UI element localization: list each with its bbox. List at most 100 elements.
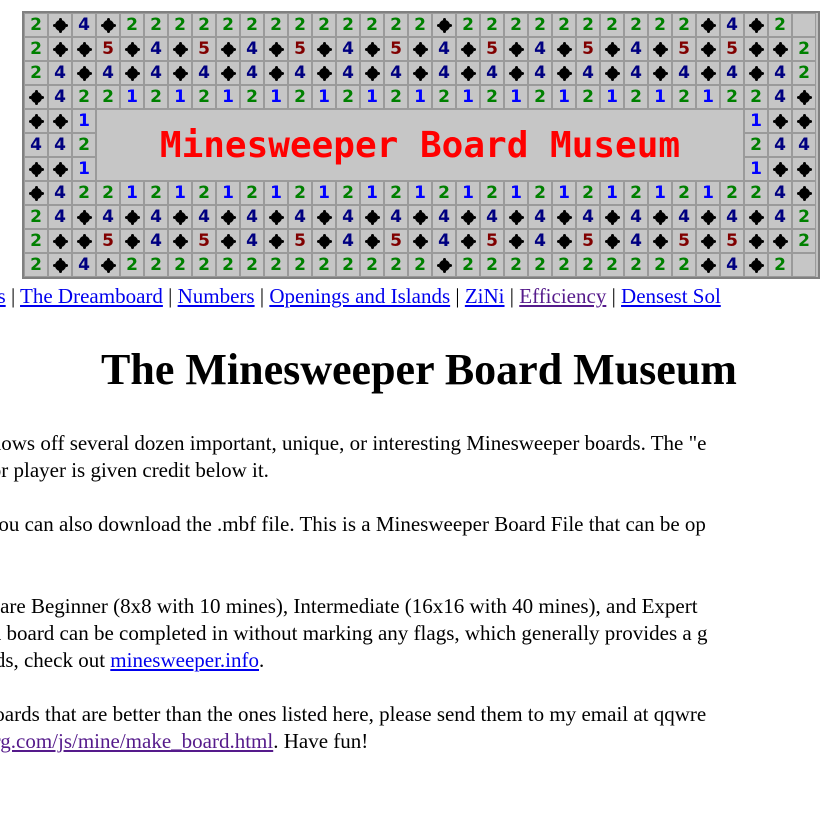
number-cell: 2 — [72, 181, 96, 205]
number-cell: 2 — [264, 253, 288, 277]
number-cell: 5 — [576, 37, 600, 61]
number-cell: 2 — [600, 253, 624, 277]
mine-icon — [48, 109, 72, 133]
nav-separator: | — [168, 284, 173, 308]
mine-icon — [24, 85, 48, 109]
mine-icon — [360, 37, 384, 61]
number-cell: 2 — [192, 85, 216, 109]
number-cell: 4 — [48, 85, 72, 109]
contact-line-2-end: . Have fun! — [273, 729, 369, 753]
mine-icon — [168, 61, 192, 85]
number-cell: 2 — [480, 253, 504, 277]
download-line-1: e, you can also download the .mbf file. … — [0, 512, 706, 536]
mine-icon — [744, 13, 768, 37]
number-cell: 4 — [480, 61, 504, 85]
number-cell: 2 — [672, 181, 696, 205]
mine-icon — [792, 109, 816, 133]
number-cell: 4 — [432, 37, 456, 61]
number-cell: 1 — [504, 85, 528, 109]
number-cell: 2 — [648, 13, 672, 37]
mine-icon — [72, 229, 96, 253]
number-cell: 4 — [240, 37, 264, 61]
number-cell: 2 — [480, 13, 504, 37]
number-cell: 2 — [576, 13, 600, 37]
number-cell: 5 — [672, 229, 696, 253]
nav-link-efficiency[interactable]: Efficiency — [519, 284, 606, 308]
number-cell: 2 — [624, 13, 648, 37]
number-cell: 1 — [72, 157, 96, 181]
number-cell: 1 — [696, 85, 720, 109]
mine-icon — [312, 205, 336, 229]
mine-icon — [600, 61, 624, 85]
mine-icon — [768, 109, 792, 133]
mine-icon — [744, 253, 768, 277]
number-cell: 2 — [624, 85, 648, 109]
number-cell: 1 — [264, 181, 288, 205]
number-cell: 2 — [528, 181, 552, 205]
intro-paragraph: e shows off several dozen important, uni… — [0, 430, 707, 484]
mine-icon — [408, 205, 432, 229]
sizes-line-3: oards, check out — [0, 648, 106, 672]
nav-link-dreamboard[interactable]: The Dreamboard — [20, 284, 163, 308]
contact-line-1: y boards that are better than the ones l… — [0, 702, 707, 726]
number-cell: 1 — [744, 109, 768, 133]
mine-icon — [648, 37, 672, 61]
number-cell: 2 — [792, 61, 816, 85]
number-cell: 4 — [96, 61, 120, 85]
number-cell: 4 — [432, 205, 456, 229]
number-cell: 1 — [408, 85, 432, 109]
nav-link-zini[interactable]: ZiNi — [465, 284, 505, 308]
sizes-line-1: zes are Beginner (8x8 with 10 mines), In… — [0, 594, 698, 618]
number-cell: 2 — [264, 13, 288, 37]
nav-separator: | — [509, 284, 514, 308]
mine-icon — [312, 229, 336, 253]
museum-banner: 2422222222222222222222222422545454545454… — [22, 11, 820, 279]
number-cell: 4 — [672, 61, 696, 85]
number-cell: 4 — [24, 133, 48, 157]
nav-separator: | — [611, 284, 616, 308]
mine-icon — [48, 13, 72, 37]
make-board-link[interactable]: mzrg.com/js/mine/make_board.html — [0, 729, 273, 753]
number-cell: 2 — [336, 253, 360, 277]
number-cell: 5 — [576, 229, 600, 253]
number-cell: 4 — [792, 133, 816, 157]
number-cell: 1 — [312, 181, 336, 205]
nav-link-ds[interactable]: ds — [0, 284, 6, 308]
number-cell: 5 — [720, 37, 744, 61]
number-cell: 4 — [720, 253, 744, 277]
number-cell: 1 — [360, 85, 384, 109]
number-cell: 2 — [312, 13, 336, 37]
number-cell: 2 — [216, 253, 240, 277]
mine-icon — [696, 205, 720, 229]
mine-icon — [216, 37, 240, 61]
mine-icon — [72, 37, 96, 61]
number-cell: 1 — [360, 181, 384, 205]
mine-icon — [216, 205, 240, 229]
number-cell: 2 — [720, 85, 744, 109]
number-cell: 4 — [720, 205, 744, 229]
number-cell: 5 — [384, 229, 408, 253]
number-cell: 4 — [144, 37, 168, 61]
mine-icon — [312, 61, 336, 85]
minesweeper-info-link[interactable]: minesweeper.info — [110, 648, 259, 672]
mine-icon — [264, 37, 288, 61]
empty-cell — [792, 253, 816, 277]
mine-icon — [168, 229, 192, 253]
number-cell: 5 — [384, 37, 408, 61]
number-cell: 2 — [168, 13, 192, 37]
number-cell: 2 — [384, 13, 408, 37]
mine-icon — [264, 205, 288, 229]
mine-icon — [408, 37, 432, 61]
nav-link-openings-islands[interactable]: Openings and Islands — [269, 284, 450, 308]
nav-link-densest[interactable]: Densest Sol — [621, 284, 721, 308]
number-cell: 2 — [72, 85, 96, 109]
nav-link-numbers[interactable]: Numbers — [178, 284, 255, 308]
number-cell: 4 — [528, 37, 552, 61]
mine-icon — [408, 229, 432, 253]
mine-icon — [696, 13, 720, 37]
number-cell: 4 — [48, 205, 72, 229]
number-cell: 4 — [48, 133, 72, 157]
number-cell: 5 — [288, 229, 312, 253]
number-cell: 1 — [456, 85, 480, 109]
number-cell: 2 — [600, 13, 624, 37]
